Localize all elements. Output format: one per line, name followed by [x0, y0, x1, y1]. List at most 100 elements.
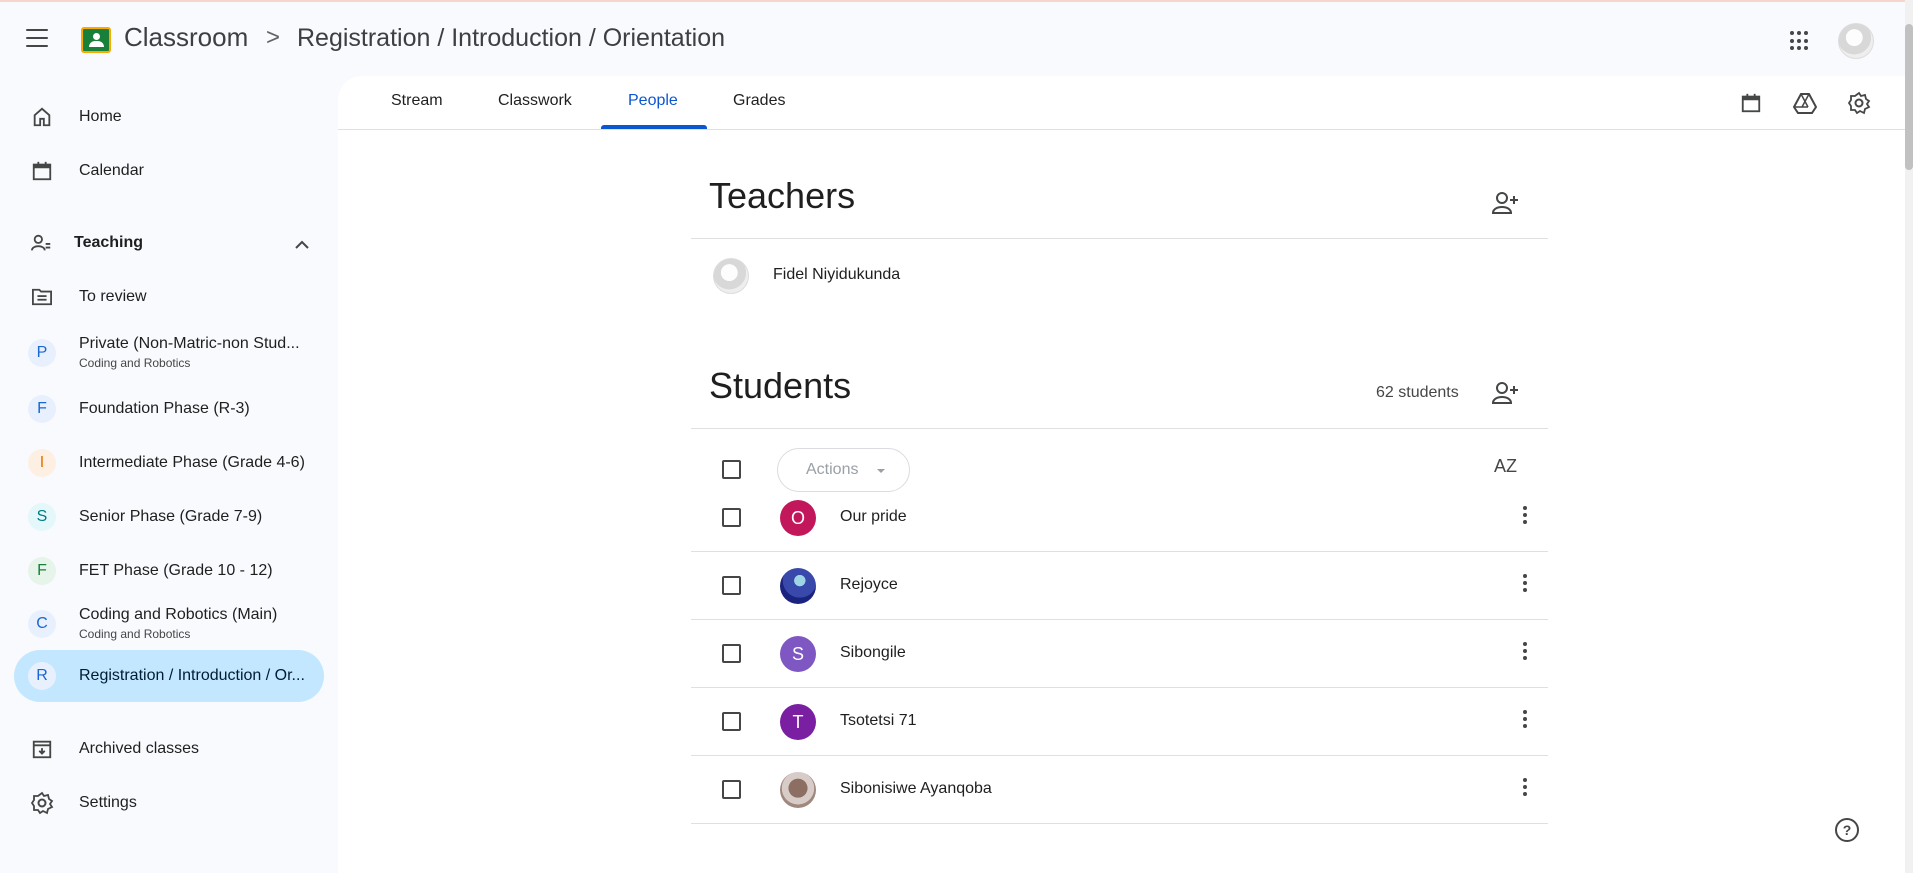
sidebar-class-intermediate[interactable]: I Intermediate Phase (Grade 4-6): [14, 437, 324, 489]
sidebar: Home Calendar Teaching To review P Priva…: [0, 76, 338, 873]
more-vert-icon[interactable]: [1522, 778, 1528, 800]
student-avatar: [780, 568, 816, 604]
student-count: 62 students: [1376, 384, 1459, 401]
teaching-label: Teaching: [74, 234, 144, 251]
student-row[interactable]: O Our pride: [691, 484, 1548, 552]
sidebar-item-home[interactable]: Home: [14, 91, 324, 143]
main-content: Stream Classwork People Grades Teachers …: [338, 76, 1905, 873]
student-name: Rejoyce: [840, 576, 898, 593]
classroom-logo-icon[interactable]: [81, 27, 111, 53]
teachers-heading: Teachers: [709, 175, 856, 216]
archive-icon: [30, 737, 54, 761]
class-tabs: Stream Classwork People Grades: [338, 76, 1905, 130]
sidebar-item-calendar[interactable]: Calendar: [14, 145, 324, 197]
main-menu-icon[interactable]: [26, 29, 48, 47]
sidebar-class-foundation[interactable]: F Foundation Phase (R-3): [14, 383, 324, 435]
student-row[interactable]: T Tsotetsi 71: [691, 688, 1548, 756]
sidebar-item-label: Settings: [79, 794, 137, 811]
gear-icon: [30, 791, 54, 815]
teacher-avatar: [713, 258, 749, 294]
student-checkbox[interactable]: [722, 644, 741, 663]
tab-grades[interactable]: Grades: [733, 92, 785, 110]
student-checkbox[interactable]: [722, 712, 741, 731]
students-divider: [691, 428, 1548, 429]
student-checkbox[interactable]: [722, 508, 741, 527]
class-initial-badge: R: [28, 662, 56, 690]
sidebar-class-coding-main[interactable]: C Coding and Robotics (Main) Coding and …: [14, 596, 324, 652]
student-checkbox[interactable]: [722, 576, 741, 595]
class-subtitle: Coding and Robotics: [79, 356, 191, 370]
more-vert-icon[interactable]: [1522, 574, 1528, 596]
breadcrumb-separator: >: [266, 24, 281, 51]
student-avatar: [780, 772, 816, 808]
class-name: Coding and Robotics (Main): [79, 606, 278, 623]
class-initial-badge: F: [28, 557, 56, 585]
app-title[interactable]: Classroom: [124, 22, 248, 53]
student-avatar: T: [780, 704, 816, 740]
sidebar-item-label: Calendar: [79, 162, 144, 179]
class-subtitle: Coding and Robotics: [79, 627, 191, 641]
calendar-icon[interactable]: [1738, 90, 1764, 116]
google-apps-icon[interactable]: [1790, 31, 1810, 51]
class-initial-badge: S: [28, 503, 56, 531]
sidebar-item-to-review[interactable]: To review: [14, 271, 324, 323]
drive-icon[interactable]: [1792, 90, 1818, 116]
sidebar-item-archived[interactable]: Archived classes: [14, 723, 324, 775]
tab-stream[interactable]: Stream: [391, 92, 443, 110]
students-heading: Students: [709, 365, 852, 406]
active-tab-indicator: [601, 125, 707, 129]
student-avatar: O: [780, 500, 816, 536]
more-vert-icon[interactable]: [1522, 506, 1528, 528]
sidebar-item-label: To review: [79, 288, 147, 305]
sidebar-class-registration[interactable]: R Registration / Introduction / Or...: [14, 650, 324, 702]
teachers-divider: [691, 238, 1548, 239]
class-initial-badge: I: [28, 449, 56, 477]
select-all-checkbox[interactable]: [722, 460, 741, 479]
sidebar-class-senior[interactable]: S Senior Phase (Grade 7-9): [14, 491, 324, 543]
invite-student-icon[interactable]: [1491, 380, 1520, 408]
caret-down-icon: [877, 469, 885, 473]
class-name: Foundation Phase (R-3): [79, 400, 250, 417]
student-row[interactable]: Rejoyce: [691, 552, 1548, 620]
account-avatar[interactable]: [1838, 23, 1874, 59]
class-breadcrumb[interactable]: Registration / Introduction / Orientatio…: [297, 24, 725, 53]
sidebar-item-settings[interactable]: Settings: [14, 777, 324, 829]
teacher-row[interactable]: Fidel Niyidukunda: [691, 248, 1548, 304]
sidebar-teaching-toggle[interactable]: Teaching: [14, 217, 324, 269]
actions-label: Actions: [806, 461, 859, 478]
student-name: Tsotetsi 71: [840, 712, 917, 729]
invite-teacher-icon[interactable]: [1491, 190, 1520, 218]
class-name: Private (Non-Matric-non Stud...: [79, 335, 300, 352]
teacher-name: Fidel Niyidukunda: [773, 266, 901, 283]
sidebar-class-private[interactable]: P Private (Non-Matric-non Stud... Coding…: [14, 325, 324, 381]
more-vert-icon[interactable]: [1522, 642, 1528, 664]
sort-az-icon[interactable]: AZ: [1494, 456, 1517, 477]
student-name: Sibonisiwe Ayanqoba: [840, 780, 992, 797]
sidebar-item-label: Archived classes: [79, 740, 200, 757]
scrollbar-thumb[interactable]: [1905, 24, 1913, 170]
top-bar: Classroom > Registration / Introduction …: [0, 0, 1913, 76]
class-name: Registration / Introduction / Or...: [79, 667, 305, 684]
student-avatar: S: [780, 636, 816, 672]
student-row[interactable]: S Sibongile: [691, 620, 1548, 688]
home-icon: [30, 105, 54, 129]
student-name: Our pride: [840, 508, 907, 525]
teaching-people-icon: [30, 231, 54, 255]
more-vert-icon[interactable]: [1522, 710, 1528, 732]
class-name: Intermediate Phase (Grade 4-6): [79, 454, 305, 471]
student-row[interactable]: Sibonisiwe Ayanqoba: [691, 756, 1548, 824]
tab-people[interactable]: People: [628, 92, 678, 110]
student-name: Sibongile: [840, 644, 906, 661]
sidebar-class-fet[interactable]: F FET Phase (Grade 10 - 12): [14, 545, 324, 597]
calendar-icon: [30, 159, 54, 183]
class-name: FET Phase (Grade 10 - 12): [79, 562, 273, 579]
class-initial-badge: P: [28, 339, 56, 367]
class-settings-gear-icon[interactable]: [1846, 90, 1872, 116]
tab-classwork[interactable]: Classwork: [498, 92, 572, 110]
class-initial-badge: C: [28, 610, 56, 638]
class-initial-badge: F: [28, 395, 56, 423]
chevron-up-icon: [294, 236, 310, 254]
help-icon[interactable]: ?: [1835, 818, 1859, 842]
student-checkbox[interactable]: [722, 780, 741, 799]
sidebar-item-label: Home: [79, 108, 122, 125]
